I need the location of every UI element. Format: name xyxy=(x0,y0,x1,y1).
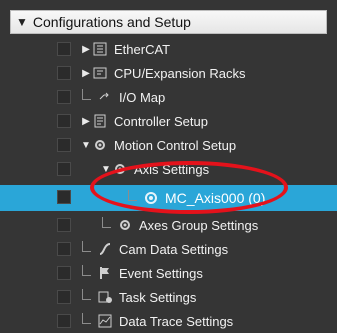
expand-arrow-icon[interactable]: ▶ xyxy=(80,44,92,55)
expand-arrow-icon[interactable]: ▶ xyxy=(80,68,92,79)
event-flag-icon xyxy=(97,265,113,281)
tree-item-label: Data Trace Settings xyxy=(119,313,234,329)
cam-icon xyxy=(97,241,113,257)
collapse-arrow-icon[interactable]: ▼ xyxy=(100,164,112,175)
tree-item-label: MC_Axis000 (0) xyxy=(165,190,266,206)
tree-item-cpu-racks[interactable]: ▶ CPU/Expansion Racks xyxy=(0,61,337,85)
row-checkbox[interactable] xyxy=(57,162,71,176)
collapse-arrow-icon[interactable]: ▼ xyxy=(80,140,92,151)
row-checkbox[interactable] xyxy=(57,66,71,80)
tree-line xyxy=(82,88,91,100)
tree-item-label: Controller Setup xyxy=(114,113,208,129)
tree-line xyxy=(82,264,91,276)
gear-icon xyxy=(143,190,159,206)
tree-item-controller-setup[interactable]: ▶ Controller Setup xyxy=(0,109,337,133)
tree-item-axis-settings[interactable]: ▼ Axis Settings xyxy=(0,157,337,181)
tree-line xyxy=(128,189,137,201)
tree-item-event-settings[interactable]: Event Settings xyxy=(0,261,337,285)
expand-arrow-icon[interactable]: ▼ xyxy=(16,15,28,29)
io-map-icon xyxy=(97,89,113,105)
gear-icon xyxy=(112,161,128,177)
tree-item-label: Axes Group Settings xyxy=(139,217,259,233)
tree-line xyxy=(82,240,91,252)
tree-item-label: EtherCAT xyxy=(114,41,171,57)
tree-item-label: Motion Control Setup xyxy=(114,137,237,153)
tree-item-label: Event Settings xyxy=(119,265,203,281)
tree-line xyxy=(82,288,91,300)
tree-item-label: Cam Data Settings xyxy=(119,241,229,257)
gear-icon xyxy=(92,137,108,153)
tree-item-mc-axis000[interactable]: MC_Axis000 (0) xyxy=(0,185,337,211)
row-checkbox[interactable] xyxy=(57,314,71,328)
tree-item-label: Task Settings xyxy=(119,289,197,305)
tree-item-label: CPU/Expansion Racks xyxy=(114,65,246,81)
tree-item-label: Axis Settings xyxy=(134,161,210,177)
task-icon xyxy=(97,289,113,305)
data-trace-icon xyxy=(97,313,113,329)
section-title: Configurations and Setup xyxy=(32,14,191,30)
expand-arrow-icon[interactable]: ▶ xyxy=(80,116,92,127)
row-checkbox[interactable] xyxy=(57,266,71,280)
gear-icon xyxy=(117,217,133,233)
row-checkbox[interactable] xyxy=(57,242,71,256)
row-checkbox[interactable] xyxy=(57,138,71,152)
row-checkbox[interactable] xyxy=(57,42,71,56)
row-checkbox[interactable] xyxy=(57,114,71,128)
configurations-panel: ▼ Configurations and Setup ▶ EtherCAT ▶ … xyxy=(0,0,337,333)
tree-line xyxy=(82,312,91,324)
row-checkbox[interactable] xyxy=(57,90,71,104)
tree-line xyxy=(102,216,111,228)
cpu-racks-icon xyxy=(92,65,108,81)
row-checkbox[interactable] xyxy=(57,218,71,232)
tree-item-io-map[interactable]: I/O Map xyxy=(0,85,337,109)
ethercat-icon xyxy=(92,41,108,57)
row-checkbox[interactable] xyxy=(57,290,71,304)
configurations-and-setup-header[interactable]: ▼ Configurations and Setup xyxy=(10,10,327,34)
tree-item-data-trace-settings[interactable]: Data Trace Settings xyxy=(0,309,337,333)
controller-setup-icon xyxy=(92,113,108,129)
tree-item-task-settings[interactable]: Task Settings xyxy=(0,285,337,309)
tree-item-motion-control-setup[interactable]: ▼ Motion Control Setup xyxy=(0,133,337,157)
tree-item-label: I/O Map xyxy=(119,89,166,105)
tree-item-axes-group-settings[interactable]: Axes Group Settings xyxy=(0,213,337,237)
tree-item-cam-data-settings[interactable]: Cam Data Settings xyxy=(0,237,337,261)
row-checkbox[interactable] xyxy=(57,190,71,204)
tree-item-ethercat[interactable]: ▶ EtherCAT xyxy=(0,37,337,61)
